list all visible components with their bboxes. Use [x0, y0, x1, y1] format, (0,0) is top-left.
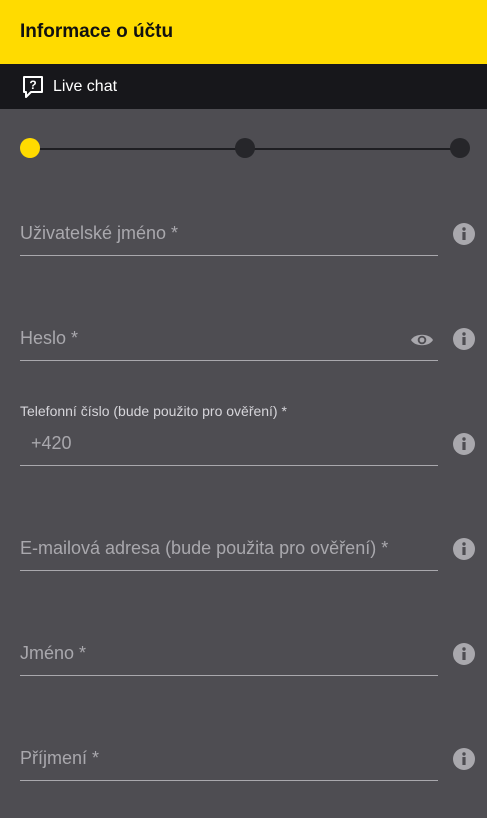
info-icon[interactable]: [453, 748, 475, 770]
svg-text:?: ?: [29, 78, 36, 92]
eye-icon[interactable]: [410, 330, 434, 350]
password-field[interactable]: Heslo *: [20, 325, 438, 361]
last-name-underline: [20, 780, 438, 781]
info-icon[interactable]: [453, 328, 475, 350]
step-3-dot: [450, 138, 470, 158]
progress-stepper: [20, 138, 470, 160]
first-name-field[interactable]: Jméno *: [20, 640, 438, 676]
info-icon[interactable]: [453, 538, 475, 560]
live-chat-button[interactable]: ? Live chat: [0, 64, 487, 109]
email-field[interactable]: E-mailová adresa (bude použita pro ověře…: [20, 535, 438, 571]
phone-label: Telefonní číslo (bude použito pro ověřen…: [20, 403, 287, 419]
phone-prefix-value: +420: [31, 433, 72, 453]
info-icon[interactable]: [453, 643, 475, 665]
first-name-underline: [20, 675, 438, 676]
step-1-dot: [20, 138, 40, 158]
phone-field[interactable]: Telefonní číslo (bude použito pro ověřen…: [20, 403, 438, 466]
phone-underline: [20, 465, 438, 466]
last-name-field[interactable]: Příjmení *: [20, 745, 438, 781]
email-underline: [20, 570, 438, 571]
email-label: E-mailová adresa (bude použita pro ověře…: [20, 538, 389, 558]
first-name-label: Jméno *: [20, 643, 87, 663]
username-underline: [20, 255, 438, 256]
username-field[interactable]: Uživatelské jméno *: [20, 220, 438, 256]
info-icon[interactable]: [453, 433, 475, 455]
last-name-label: Příjmení *: [20, 748, 100, 768]
live-chat-label: Live chat: [53, 77, 118, 95]
step-2-dot: [235, 138, 255, 158]
header: Informace o účtu: [0, 0, 487, 64]
chat-question-icon: ?: [21, 75, 45, 99]
password-label: Heslo *: [20, 328, 79, 348]
info-icon[interactable]: [453, 223, 475, 245]
page-title: Informace o účtu: [20, 21, 174, 42]
username-label: Uživatelské jméno *: [20, 223, 179, 243]
password-underline: [20, 360, 438, 361]
